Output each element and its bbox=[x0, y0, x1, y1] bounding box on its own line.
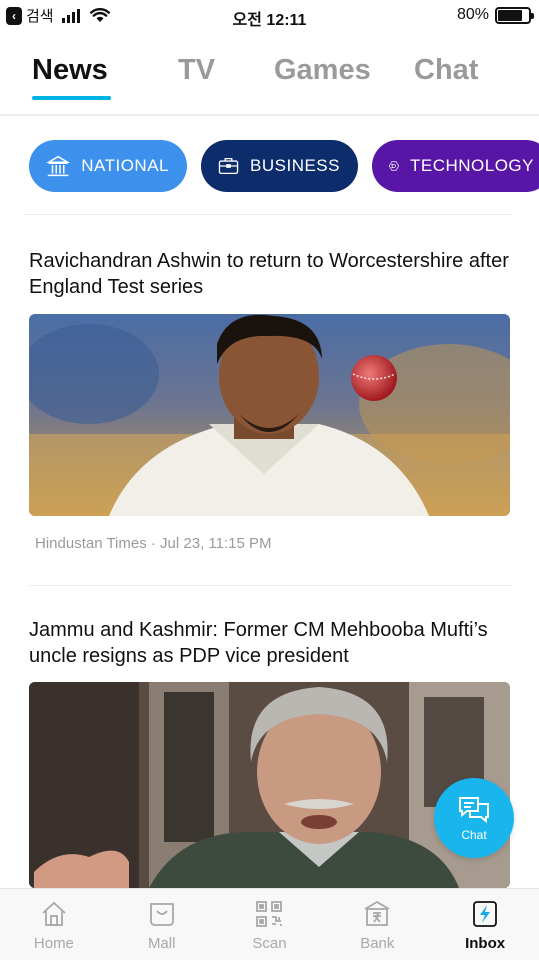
category-business-label: BUSINESS bbox=[250, 156, 340, 175]
chip-icon bbox=[388, 161, 400, 171]
category-technology-label: TECHNOLOGY bbox=[409, 156, 534, 175]
tab-chat[interactable]: Chat bbox=[414, 54, 478, 87]
article-image-cricketer[interactable] bbox=[29, 314, 510, 516]
nav-mall[interactable]: Mall bbox=[108, 889, 216, 960]
nav-bank-label: Bank bbox=[360, 935, 395, 952]
status-right: 80% bbox=[456, 6, 534, 24]
battery-percent: 80% bbox=[456, 6, 489, 23]
category-business-chip[interactable]: BUSINESS bbox=[201, 140, 358, 192]
chat-fab-button[interactable]: Chat bbox=[434, 778, 514, 858]
bag-icon bbox=[149, 903, 174, 926]
nav-inbox[interactable]: Inbox bbox=[431, 889, 539, 960]
tab-games[interactable]: Games bbox=[274, 54, 371, 87]
news-article[interactable]: Jammu and Kashmir: Former CM Mehbooba Mu… bbox=[29, 617, 511, 888]
monument-icon bbox=[46, 155, 71, 177]
battery-icon bbox=[495, 6, 534, 24]
news-article[interactable]: Ravichandran Ashwin to return to Worcest… bbox=[29, 248, 511, 552]
active-tab-indicator bbox=[32, 96, 111, 100]
top-tabs: News TV Games Chat bbox=[0, 44, 539, 116]
bottom-nav: Home Mall Scan Bank Inbox bbox=[0, 888, 539, 960]
nav-inbox-label: Inbox bbox=[465, 935, 506, 952]
politician-photo bbox=[29, 682, 510, 888]
status-bar: ‹ 검색 오전 12:11 80% bbox=[0, 0, 539, 32]
category-national-label: NATIONAL bbox=[81, 156, 169, 175]
article-headline[interactable]: Ravichandran Ashwin to return to Worcest… bbox=[29, 248, 511, 300]
section-divider bbox=[24, 214, 511, 215]
tab-tv[interactable]: TV bbox=[178, 54, 215, 87]
cricketer-photo bbox=[29, 314, 510, 516]
qr-code-icon bbox=[256, 901, 283, 927]
battery-level bbox=[498, 9, 522, 21]
home-icon bbox=[42, 901, 66, 926]
article-divider bbox=[29, 585, 511, 586]
article-image-politician[interactable] bbox=[29, 682, 510, 888]
chat-bubbles-icon bbox=[459, 797, 489, 824]
article-headline[interactable]: Jammu and Kashmir: Former CM Mehbooba Mu… bbox=[29, 617, 511, 669]
nav-home[interactable]: Home bbox=[0, 889, 108, 960]
tab-news[interactable]: News bbox=[32, 54, 108, 87]
category-technology-chip[interactable]: TECHNOLOGY bbox=[372, 140, 539, 192]
category-chips: NATIONAL BUSINESS TECHNOLOGY bbox=[29, 140, 539, 192]
nav-home-label: Home bbox=[33, 935, 74, 952]
nav-mall-label: Mall bbox=[147, 935, 176, 952]
bank-icon bbox=[364, 900, 390, 926]
article-source: Hindustan Times · Jul 23, 11:15 PM bbox=[35, 535, 272, 552]
nav-scan-label: Scan bbox=[252, 935, 287, 952]
category-national-chip[interactable]: NATIONAL bbox=[29, 140, 187, 192]
chat-fab-label: Chat bbox=[461, 828, 487, 842]
briefcase-icon bbox=[218, 157, 239, 175]
inbox-icon bbox=[473, 901, 497, 927]
nav-scan[interactable]: Scan bbox=[216, 889, 324, 960]
nav-bank[interactable]: Bank bbox=[323, 889, 431, 960]
